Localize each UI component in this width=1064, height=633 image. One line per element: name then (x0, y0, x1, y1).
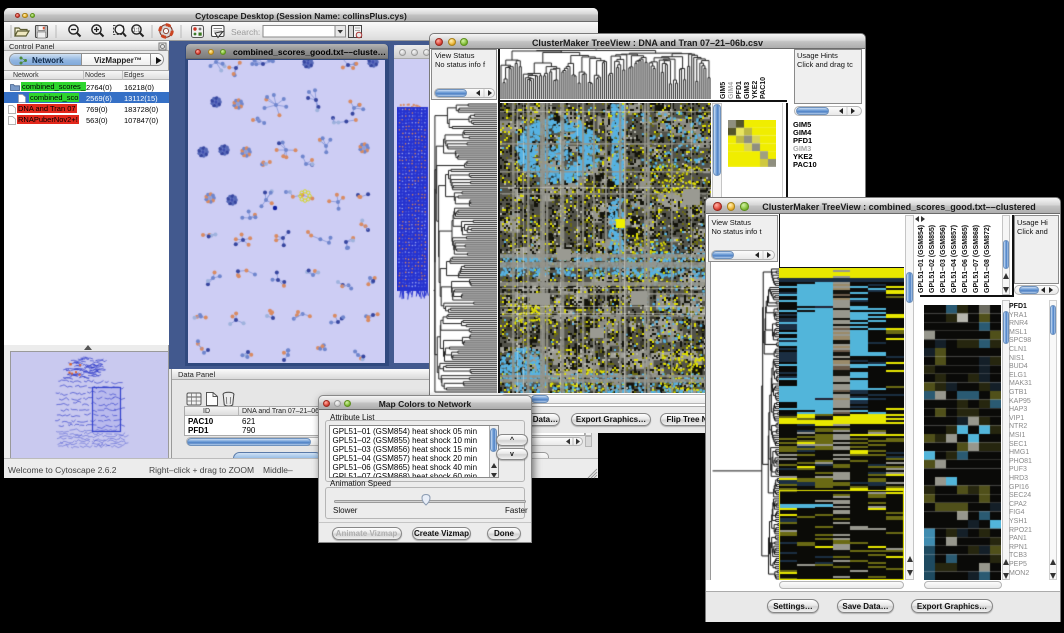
svg-text:Search:: Search: (231, 27, 260, 37)
svg-text:1:1: 1:1 (133, 28, 141, 34)
